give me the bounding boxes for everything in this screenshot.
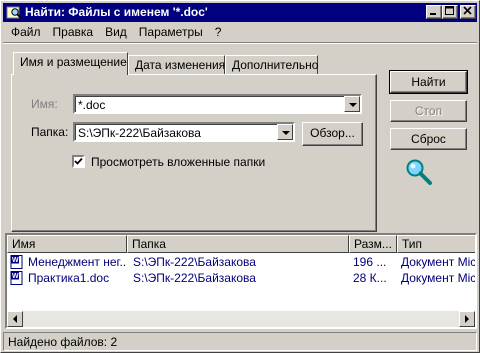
find-now-button[interactable]: Найти (389, 70, 468, 94)
menu-separator (3, 42, 477, 44)
stop-button[interactable]: Стоп (390, 100, 467, 122)
column-header-size[interactable]: Разм... (349, 235, 397, 253)
column-header-type[interactable]: Тип (397, 235, 475, 253)
maximize-icon (445, 6, 454, 15)
tab-advanced-label: Дополнительно (232, 58, 319, 72)
menu-options[interactable]: Параметры (133, 23, 209, 41)
close-button[interactable] (460, 5, 476, 19)
arrow-left-icon (13, 315, 17, 323)
tab-date-modified[interactable]: Дата изменения (128, 55, 225, 75)
arrow-right-icon (465, 315, 469, 323)
table-row[interactable]: W Практика1.doc S:\ЭПк-222\Байзакова 28 … (7, 270, 475, 286)
scroll-left-button[interactable] (7, 311, 23, 327)
window-title: Найти: Файлы с именем '*.doc' (25, 5, 208, 19)
status-bar: Найдено файлов: 2 (3, 332, 477, 351)
tab-name-location[interactable]: Имя и размещение (13, 52, 128, 75)
status-text: Найдено файлов: 2 (3, 332, 477, 351)
word-document-icon: W (10, 255, 23, 269)
table-row[interactable]: W Менеджмент нег... S:\ЭПк-222\Байзакова… (7, 254, 475, 270)
svg-text:W: W (12, 273, 19, 280)
close-icon (463, 6, 472, 15)
tab-name-location-label: Имя и размещение (20, 55, 127, 69)
find-app-icon (6, 6, 22, 19)
result-folder: S:\ЭПк-222\Байзакова (133, 271, 256, 285)
svg-text:W: W (12, 257, 19, 264)
result-type: Документ Micr (401, 271, 475, 285)
maximize-button[interactable] (442, 5, 458, 19)
folder-label: Папка: (31, 125, 69, 139)
name-input[interactable]: *.doc (78, 98, 105, 112)
folder-dropdown-button[interactable] (277, 124, 293, 140)
result-name[interactable]: Менеджмент нег... (28, 255, 125, 269)
folder-combobox[interactable]: S:\ЭПк-222\Байзакова (73, 122, 295, 142)
word-document-icon: W (10, 271, 23, 285)
checkmark-icon (74, 157, 83, 165)
menu-help[interactable]: ? (209, 23, 228, 41)
find-dialog-window: Найти: Файлы с именем '*.doc' Файл Правк… (0, 0, 480, 353)
column-header-name[interactable]: Имя (7, 235, 127, 253)
name-dropdown-button[interactable] (344, 96, 360, 112)
title-bar[interactable]: Найти: Файлы с именем '*.doc' (3, 3, 477, 22)
result-type: Документ Micr (401, 255, 475, 269)
result-folder: S:\ЭПк-222\Байзакова (133, 255, 256, 269)
tab-advanced[interactable]: Дополнительно (225, 55, 318, 75)
browse-button[interactable]: Обзор... (302, 122, 363, 146)
minimize-icon (430, 13, 436, 15)
reset-button[interactable]: Сброс (390, 128, 467, 150)
horizontal-scrollbar[interactable] (7, 311, 475, 327)
subfolders-label: Просмотреть вложенные папки (91, 155, 266, 169)
scroll-right-button[interactable] (459, 311, 475, 327)
column-header-folder[interactable]: Папка (127, 235, 349, 253)
menu-view[interactable]: Вид (99, 23, 133, 41)
folder-input[interactable]: S:\ЭПк-222\Байзакова (78, 126, 201, 140)
menu-bar: Файл Правка Вид Параметры ? (5, 23, 227, 41)
subfolders-checkbox[interactable] (72, 155, 85, 168)
magnifier-icon (406, 159, 432, 185)
name-combobox[interactable]: *.doc (73, 94, 362, 114)
result-size: 28 К... (353, 271, 387, 285)
name-label: Имя: (31, 97, 58, 111)
tab-date-modified-label: Дата изменения (135, 58, 226, 72)
result-size: 196 ... (353, 255, 387, 269)
menu-file[interactable]: Файл (5, 23, 47, 41)
minimize-button[interactable] (426, 5, 442, 19)
results-list[interactable]: Имя Папка Разм... Тип W Менеджмент нег..… (5, 233, 477, 329)
menu-edit[interactable]: Правка (47, 23, 100, 41)
result-name[interactable]: Практика1.doc (28, 271, 125, 285)
